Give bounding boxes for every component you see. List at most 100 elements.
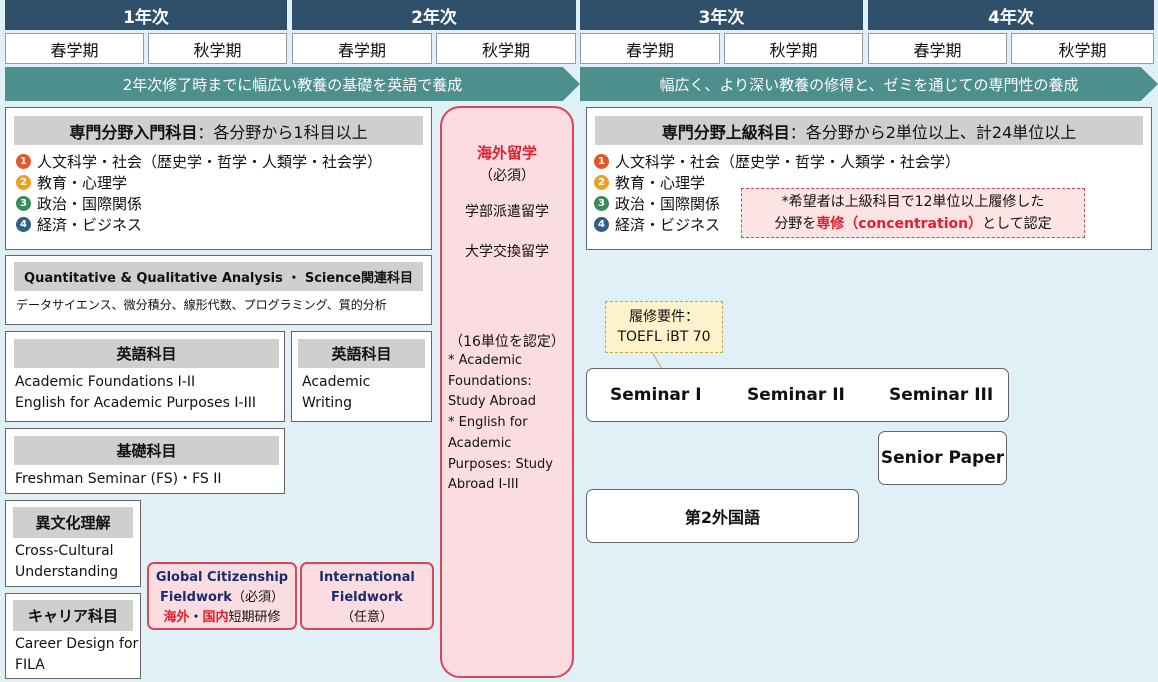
gcf-line-3: 海外・国内短期研修 (149, 608, 295, 628)
study-abroad-title: 海外留学 (476, 144, 537, 162)
study-abroad-note-line: Study Abroad (448, 394, 537, 410)
number-3-icon: 3 (594, 196, 609, 211)
intro-field-label: 人文科学・社会（歴史学・哲学・人類学・社会学） (37, 153, 383, 171)
english-subjects-box-1: 英語科目 Academic Foundations I-II English f… (5, 331, 285, 422)
gcf-separator: ・ (189, 610, 203, 625)
year-header-4: 4年次 (868, 0, 1154, 30)
semester-spring-y1: 春学期 (5, 33, 144, 64)
intro-subjects-title-suffix: ：各分野から1科目以上 (197, 122, 368, 142)
gcf-required-label: （必須） (231, 590, 284, 605)
gcf-overseas-label: 海外 (163, 610, 190, 625)
advanced-subjects-box: 専門分野上級科目 ：各分野から2単位以上、計24単位以上 1 人文科学・社会（歴史学… (586, 107, 1152, 250)
study-abroad-type-1: 学部派遣留学 (465, 204, 549, 220)
second-foreign-language-box: 第2外国語 (586, 489, 859, 543)
seminar-1: Seminar I (610, 385, 702, 405)
english-subjects-line-2: English for Academic Purposes I-III (15, 395, 256, 411)
concentration-note-line-2: 分野を専修（concentration）として認定 (742, 213, 1084, 235)
gcf-line-1: Global Citizenship (155, 570, 289, 585)
seminar-3: Seminar III (889, 385, 994, 405)
concentration-note-suffix: として認定 (982, 216, 1052, 232)
advanced-subjects-title-suffix: ：各分野から2単位以上、計24単位以上 (789, 122, 1077, 142)
number-1-icon: 1 (594, 154, 609, 169)
cross-cultural-box: 異文化理解 Cross-Cultural Understanding (5, 500, 141, 587)
intro-field-2: 2 教育・心理学 (16, 172, 431, 193)
advanced-field-1: 1 人文科学・社会（歴史学・哲学・人類学・社会学） (594, 151, 1151, 172)
year-header-3: 3年次 (580, 0, 863, 30)
number-2-icon: 2 (594, 175, 609, 190)
intro-field-4: 4 経済・ビジネス (16, 214, 431, 235)
semester-fall-y2: 秋学期 (436, 33, 576, 64)
english-subjects-header-1: 英語科目 (14, 339, 279, 368)
intro-field-list: 1 人文科学・社会（歴史学・哲学・人類学・社会学） 2 教育・心理学 3 政治・国際関… (6, 151, 431, 235)
global-citizenship-fieldwork-box: Global Citizenship Fieldwork（必須） 海外・国内短期… (147, 562, 297, 630)
career-subjects-header: キャリア科目 (13, 600, 133, 631)
study-abroad-note-line: Purposes: Study (448, 456, 553, 472)
english-subjects-line-1: Academic Foundations I-II (15, 374, 196, 390)
senior-paper-box: Senior Paper (878, 431, 1007, 485)
band-right-text: 幅広く、より深い教養の修得と、ゼミを通じての専門性の養成 (659, 75, 1079, 94)
semester-fall-y3: 秋学期 (724, 33, 863, 64)
advanced-field-label: 経済・ビジネス (615, 216, 721, 234)
toefl-line-2: TOEFL iBT 70 (617, 329, 711, 345)
english-writing-line-1: Academic (302, 374, 371, 390)
intro-field-3: 3 政治・国際関係 (16, 193, 431, 214)
study-abroad-credits: （16単位を認定） (449, 334, 565, 350)
international-fieldwork-box: International Fieldwork （任意） (300, 562, 434, 630)
study-abroad-note-line: Foundations: (448, 373, 532, 389)
intro-field-label: 政治・国際関係 (37, 195, 143, 213)
cross-cultural-header: 異文化理解 (13, 507, 133, 538)
band-years-1-2: 2年次修了時までに幅広い教養の基礎を英語で養成 (5, 67, 580, 101)
basic-subjects-line: Freshman Seminar (FS)・FS II (15, 471, 222, 487)
basic-subjects-box: 基礎科目 Freshman Seminar (FS)・FS II (5, 428, 285, 494)
concentration-note-prefix: 分野を (774, 216, 817, 232)
english-subjects-header-2: 英語科目 (298, 339, 425, 368)
intro-subjects-box: 専門分野入門科目 ：各分野から1科目以上 1 人文科学・社会（歴史学・哲学・人類学・… (5, 107, 432, 250)
cross-cultural-line-1: Cross-Cultural (15, 543, 114, 559)
concentration-note: *希望者は上級科目で12単位以上履修した 分野を専修（concentration… (741, 188, 1085, 238)
number-4-icon: 4 (594, 217, 609, 232)
study-abroad-box: 海外留学 （必須） 学部派遣留学 大学交換留学 （16単位を認定） * Acad… (440, 106, 574, 678)
toefl-requirement-callout: 履修要件： TOEFL iBT 70 (605, 301, 723, 353)
advanced-subjects-header: 専門分野上級科目 ：各分野から2単位以上、計24単位以上 (595, 116, 1143, 145)
qqa-box: Quantitative & Qualitative Analysis ・ Sc… (5, 255, 432, 325)
concentration-note-line-1: *希望者は上級科目で12単位以上履修した (781, 194, 1045, 210)
english-writing-line-2: Writing (302, 395, 352, 411)
number-3-icon: 3 (16, 196, 31, 211)
cross-cultural-line-2: Understanding (15, 564, 119, 580)
study-abroad-note-line: Academic (448, 435, 512, 451)
advanced-field-label: 政治・国際関係 (615, 195, 721, 213)
study-abroad-note-line: * English for (448, 415, 528, 431)
study-abroad-notes: * Academic Foundations: Study Abroad * E… (442, 351, 572, 496)
number-4-icon: 4 (16, 217, 31, 232)
intro-subjects-header: 専門分野入門科目 ：各分野から1科目以上 (14, 116, 423, 145)
career-subjects-line-1: Career Design for (15, 636, 139, 652)
qqa-desc: データサイエンス、微分積分、線形代数、プログラミング、質的分析 (16, 298, 387, 312)
gcf-domestic-label: 国内 (202, 610, 229, 625)
seminar-2: Seminar II (747, 385, 845, 405)
study-abroad-required: （必須） (479, 168, 535, 184)
advanced-field-label: 人文科学・社会（歴史学・哲学・人類学・社会学） (615, 153, 961, 171)
semester-fall-y4: 秋学期 (1011, 33, 1154, 64)
intro-subjects-title: 専門分野入門科目 (69, 122, 198, 142)
year-header-1: 1年次 (5, 0, 287, 30)
semester-spring-y2: 春学期 (292, 33, 432, 64)
concentration-note-highlight: 専修（concentration） (816, 216, 983, 232)
intro-field-label: 経済・ビジネス (37, 216, 143, 234)
gcf-short-training-label: 短期研修 (228, 610, 281, 625)
band-left-text: 2年次修了時までに幅広い教養の基礎を英語で養成 (122, 75, 463, 94)
ifw-line-3: （任意） (340, 610, 393, 625)
english-subjects-box-2: 英語科目 Academic Writing (291, 331, 432, 422)
number-2-icon: 2 (16, 175, 31, 190)
seminars-box: Seminar I Seminar II Seminar III (586, 368, 1009, 422)
ifw-line-2: Fieldwork (331, 590, 403, 605)
semester-spring-y4: 春学期 (868, 33, 1007, 64)
toefl-line-1: 履修要件： (629, 309, 699, 325)
study-abroad-type-2: 大学交換留学 (465, 244, 549, 260)
advanced-field-label: 教育・心理学 (615, 174, 706, 192)
career-subjects-box: キャリア科目 Career Design for FILA (5, 593, 141, 679)
number-1-icon: 1 (16, 154, 31, 169)
advanced-subjects-title: 専門分野上級科目 (661, 122, 790, 142)
gcf-fieldwork-label: Fieldwork (160, 590, 232, 605)
career-subjects-line-2: FILA (15, 657, 45, 673)
gcf-line-2: Fieldwork（必須） (149, 588, 295, 608)
